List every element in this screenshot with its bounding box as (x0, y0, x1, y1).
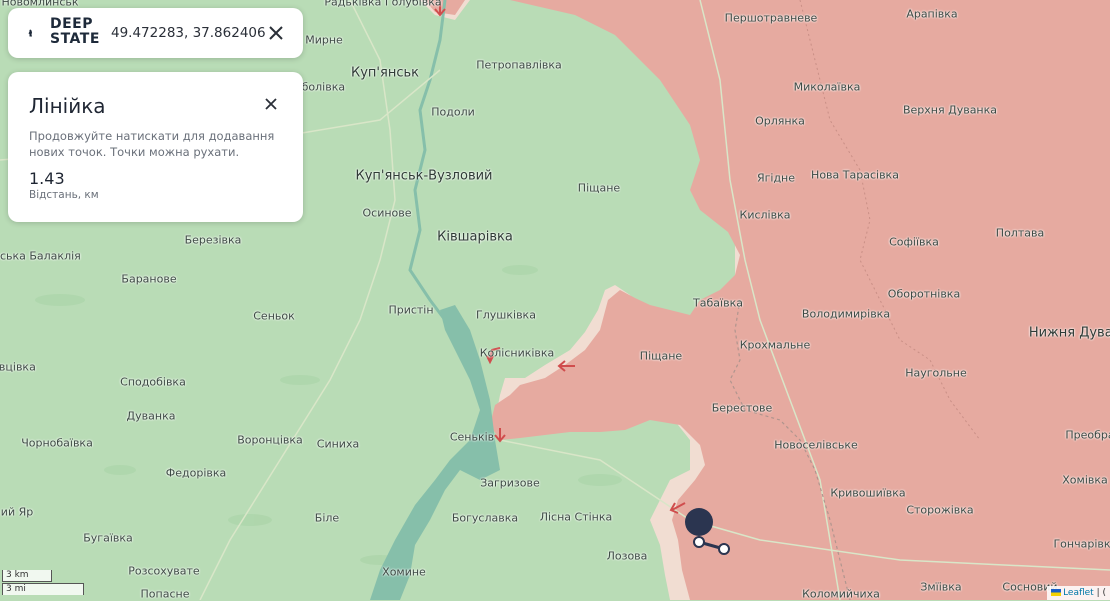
place-label: Гончарівк (1053, 537, 1110, 551)
close-coordinates-icon[interactable] (267, 24, 285, 42)
place-label: Преобра (1065, 428, 1110, 442)
place-label: Лозова (606, 549, 648, 563)
place-label: Хомівка (1062, 473, 1108, 487)
place-label: Радьківка Голубівка (324, 0, 442, 9)
ruler-title: Лінійка (29, 94, 106, 118)
place-label: Софіївка (889, 235, 939, 249)
ruler-point-2[interactable] (718, 543, 730, 555)
place-label: Змїівка (920, 580, 962, 594)
place-label: Миколаївка (793, 80, 861, 94)
place-label: Дуванка (126, 409, 176, 423)
place-label: Петропавлівка (476, 58, 562, 72)
place-label: Федорівка (165, 466, 227, 480)
place-label: Коломийчиха (802, 587, 880, 601)
place-label: ий Яр (0, 505, 34, 519)
place-label: Першотравневе (724, 11, 818, 25)
place-label: Піщане (577, 181, 621, 195)
place-label: Полтава (995, 226, 1045, 240)
place-label: Біле (314, 511, 340, 525)
place-label: Наугольне (905, 366, 967, 380)
place-label: Колісниківка (479, 346, 555, 360)
place-label: Лісна Стінка (539, 510, 613, 524)
place-label: Синиха (316, 437, 360, 451)
place-label: авцівка (0, 360, 36, 374)
logo-text: DEEP STATE (50, 16, 100, 47)
place-label: Ягідне (756, 171, 796, 185)
place-label: Сеньок (253, 309, 295, 323)
ruler-point-1[interactable] (693, 536, 705, 548)
ruler-distance-value: 1.43 (29, 169, 65, 188)
place-label: Куп'янськ (351, 65, 419, 81)
place-label: Загризове (480, 476, 540, 490)
place-label: Піщане (639, 349, 683, 363)
ruler-panel: Лінійка Продовжуйте натискати для додава… (8, 72, 303, 222)
place-label: Чорнобаївка (21, 436, 93, 450)
ruler-cursor-marker[interactable] (685, 508, 713, 536)
scale-mi: 3 mi (2, 583, 84, 595)
place-label: Арапівка (906, 7, 958, 21)
place-label: Мирне (305, 33, 343, 47)
place-label: Новоселівське (774, 438, 858, 452)
attribution-separator: | ( (1096, 588, 1106, 598)
place-label: Сторожівка (906, 503, 974, 517)
deepstate-logo (28, 29, 32, 37)
place-label: Воронцівка (237, 433, 303, 447)
place-label: Володимирівка (801, 307, 891, 321)
leaflet-link[interactable]: Leaflet (1063, 588, 1094, 598)
ruler-distance-label: Відстань, км (29, 189, 99, 201)
place-label: Пристін (388, 303, 434, 317)
place-label: Осинове (362, 206, 412, 220)
place-label: Оборотнівка (887, 287, 961, 301)
scale-km: 3 km (2, 570, 52, 582)
place-label: Бугаївка (83, 531, 133, 545)
ukraine-flag-icon (1051, 589, 1062, 596)
attribution: Leaflet | ( (1047, 586, 1110, 600)
place-label: Берестове (711, 401, 773, 415)
place-label: Кислівка (739, 208, 791, 222)
place-label: Глушківка (476, 308, 536, 322)
place-label: Хомине (382, 565, 426, 579)
place-label: Розсохувате (128, 564, 200, 578)
place-label: Ківшарівка (437, 229, 513, 245)
place-label: Сеньків (449, 430, 495, 444)
place-label: Нижня Дуван (1028, 325, 1110, 341)
place-label: Куп'янськ-Вузловий (355, 168, 493, 184)
place-label: Подоли (431, 105, 475, 119)
coordinates-readout[interactable]: 49.472283, 37.862406 (111, 25, 266, 41)
place-label: Кривошиївка (830, 486, 906, 500)
place-label: Орлянка (755, 114, 805, 128)
place-label: Попасне (140, 587, 190, 601)
place-label: Нова Тарасівка (811, 168, 899, 182)
coordinates-panel: DEEP STATE 49.472283, 37.862406 (8, 8, 303, 58)
place-label: Крохмальне (739, 338, 811, 352)
place-label: Сподобівка (120, 375, 186, 389)
place-label: Баранове (121, 272, 177, 286)
place-label: Березівка (184, 233, 242, 247)
ruler-hint: Продовжуйте натискати для додавання нови… (29, 129, 275, 159)
place-label: Табаївка (693, 296, 743, 310)
place-label: Верхня Дуванка (902, 103, 998, 117)
place-label: оська Балаклія (0, 249, 81, 263)
place-label: Богуславка (451, 511, 519, 525)
close-ruler-icon[interactable] (264, 97, 278, 111)
